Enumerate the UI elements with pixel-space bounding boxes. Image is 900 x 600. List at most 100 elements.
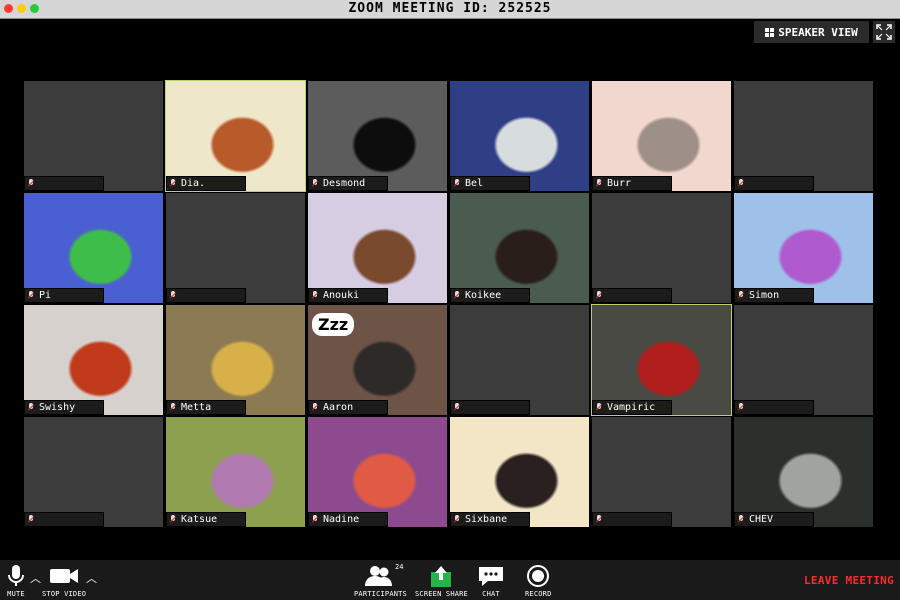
video-tile[interactable]: Vampiric (591, 304, 732, 416)
participant-video (308, 81, 447, 191)
muted-microphone-icon (170, 515, 176, 524)
speaker-view-button[interactable]: SPEAKER VIEW (754, 21, 869, 43)
video-options-chevron-icon[interactable]: ︿ (86, 570, 97, 586)
muted-microphone-icon (738, 179, 744, 188)
muted-microphone-icon (596, 403, 602, 412)
participant-video (450, 417, 589, 527)
participant-name-tag: Desmond (308, 176, 388, 191)
chat-icon (479, 567, 503, 586)
participant-name-tag: Vampiric (592, 400, 672, 415)
video-tile[interactable]: Nadine (308, 417, 447, 527)
participant-name: Metta (181, 402, 212, 413)
chat-label: CHAT (482, 590, 500, 598)
mute-button[interactable]: MUTE (6, 564, 26, 598)
participant-name: Aaron (323, 402, 354, 413)
video-tile[interactable]: Swishy (24, 305, 163, 415)
participant-video (166, 81, 305, 191)
participant-name-tag: Katsue (166, 512, 246, 527)
video-tile[interactable] (734, 305, 873, 415)
video-tile[interactable]: Sixbane (450, 417, 589, 527)
zzz-sleep-text: Zzz (312, 313, 355, 336)
mute-label: MUTE (7, 590, 25, 598)
video-tile[interactable]: Anouki (308, 193, 447, 303)
meeting-title: ZOOM MEETING ID: 252525 (348, 1, 552, 16)
participant-name-tag: Anouki (308, 288, 388, 303)
muted-microphone-icon (738, 515, 744, 524)
participant-name-tag: Metta (166, 400, 246, 415)
participant-video (734, 193, 873, 303)
participant-name-tag (734, 400, 814, 415)
participant-name-tag (24, 176, 104, 191)
participant-name-tag: Burr (592, 176, 672, 191)
video-tile[interactable]: Koikee (450, 193, 589, 303)
muted-microphone-icon (738, 291, 744, 300)
record-button[interactable]: RECORD (525, 564, 552, 598)
title-bar: ZOOM MEETING ID: 252525 (0, 0, 900, 19)
participant-name-tag: Koikee (450, 288, 530, 303)
participant-name-tag: Bel (450, 176, 530, 191)
participant-name: CHEV (749, 514, 774, 525)
muted-microphone-icon (454, 291, 460, 300)
video-tile[interactable] (592, 193, 731, 303)
screen-share-label: SCREEN SHARE (415, 590, 468, 598)
participant-name-tag: Nadine (308, 512, 388, 527)
meeting-toolbar: MUTE ︿ STOP VIDEO ︿ PARTICIPANTS 24 SCRE… (0, 560, 900, 600)
participant-name: Swishy (39, 402, 76, 413)
muted-microphone-icon (312, 291, 318, 300)
participant-video (166, 417, 305, 527)
muted-microphone-icon (596, 515, 602, 524)
muted-microphone-icon (170, 179, 176, 188)
video-tile[interactable]: Simon (734, 193, 873, 303)
stop-video-label: STOP VIDEO (42, 590, 87, 598)
participant-name-tag: Dia. (166, 176, 246, 191)
participant-video (24, 193, 163, 303)
muted-microphone-icon (596, 179, 602, 188)
video-tile[interactable] (592, 417, 731, 527)
participant-video (308, 417, 447, 527)
participant-name: Desmond (323, 178, 366, 189)
video-tile[interactable]: Bel (450, 81, 589, 191)
video-tile[interactable]: Metta (166, 305, 305, 415)
stop-video-button[interactable]: STOP VIDEO (42, 564, 86, 598)
speaker-view-label: SPEAKER VIEW (778, 25, 858, 39)
video-tile[interactable] (24, 81, 163, 191)
muted-microphone-icon (454, 179, 460, 188)
muted-microphone-icon (170, 291, 176, 300)
video-tile[interactable] (166, 193, 305, 303)
participant-video (166, 305, 305, 415)
audio-options-chevron-icon[interactable]: ︿ (30, 570, 41, 586)
leave-meeting-button[interactable]: LEAVE MEETING (804, 574, 894, 587)
fullscreen-button[interactable] (873, 21, 895, 43)
video-tile[interactable] (450, 305, 589, 415)
record-icon (527, 565, 550, 587)
muted-microphone-icon (312, 179, 318, 188)
participant-video (308, 193, 447, 303)
participant-video (592, 81, 731, 191)
participant-name: Pi (39, 290, 52, 301)
participant-name-tag (592, 512, 672, 527)
participant-video (450, 81, 589, 191)
participant-name-tag: Simon (734, 288, 814, 303)
video-tile[interactable] (24, 417, 163, 527)
muted-microphone-icon (28, 515, 34, 524)
participant-name: Nadine (323, 514, 360, 525)
participant-name-tag (450, 400, 530, 415)
participant-name-tag: Pi (24, 288, 104, 303)
muted-microphone-icon (312, 515, 318, 524)
participant-name-tag: CHEV (734, 512, 814, 527)
video-tile[interactable]: Desmond (308, 81, 447, 191)
video-tile[interactable]: CHEV (734, 417, 873, 527)
participant-name-tag (592, 288, 672, 303)
microphone-icon (8, 565, 24, 586)
screen-share-button[interactable]: SCREEN SHARE (415, 564, 468, 598)
participant-name: Vampiric (607, 402, 656, 413)
participant-video (592, 305, 731, 415)
video-tile[interactable]: Pi (24, 193, 163, 303)
chat-button[interactable]: CHAT (476, 564, 506, 598)
video-tile[interactable]: Burr (592, 81, 731, 191)
video-tile[interactable] (734, 81, 873, 191)
video-tile[interactable]: Zzz Aaron (308, 305, 447, 415)
video-tile[interactable]: Katsue (166, 417, 305, 527)
video-tile[interactable]: Dia. (165, 80, 306, 192)
muted-microphone-icon (596, 291, 602, 300)
